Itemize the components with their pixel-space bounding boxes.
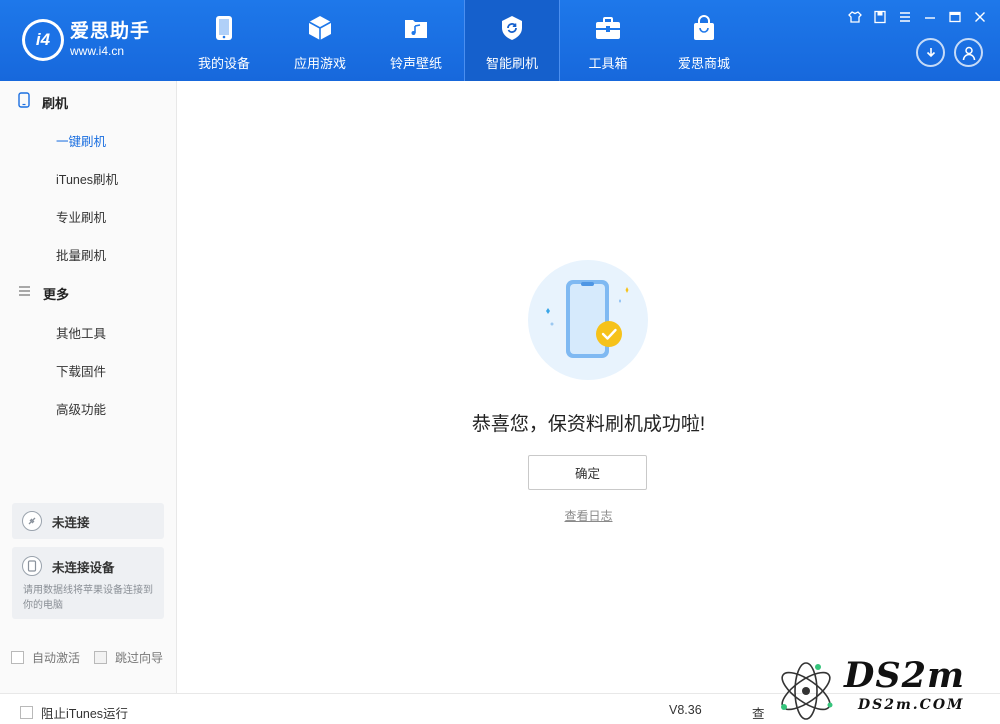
refresh-shield-icon	[499, 15, 525, 41]
app-logo: i4	[22, 19, 64, 61]
sidebar-item-pro-flash[interactable]: 专业刷机	[0, 197, 177, 235]
nav-label: 我的设备	[197, 56, 250, 71]
main-nav: 我的设备 应用游戏 铃声壁纸 智能刷机 工具箱 爱思商城	[176, 0, 752, 81]
maximize-icon[interactable]	[947, 9, 963, 25]
block-itunes-checkbox[interactable]: 阻止iTunes运行	[20, 703, 128, 722]
main-content: 恭喜您，保资料刷机成功啦! 确定 查看日志	[177, 81, 1000, 693]
view-log-link[interactable]: 查看日志	[177, 507, 1000, 524]
atom-logo-icon	[781, 662, 833, 720]
nav-ringtones-wallpapers[interactable]: 铃声壁纸	[368, 0, 464, 81]
feedback-icon[interactable]	[872, 9, 888, 25]
watermark-text: DS2m	[844, 655, 966, 696]
sidebar-group-flash[interactable]: 刷机	[0, 83, 177, 121]
nav-apps-games[interactable]: 应用游戏	[272, 0, 368, 81]
checkbox-label: 跳过向导	[115, 651, 164, 665]
bottom-partial-text[interactable]: 查	[752, 703, 765, 722]
checkbox-box	[20, 706, 33, 719]
brand: 爱思助手 www.i4.cn	[70, 21, 150, 59]
disconnected-icon	[22, 511, 42, 531]
checkbox-box	[11, 651, 24, 664]
logo-mark: i4	[25, 22, 61, 58]
success-illustration	[528, 260, 648, 380]
nav-label: 应用游戏	[293, 56, 346, 71]
version-label: V8.36	[669, 703, 702, 717]
checkbox-box	[94, 651, 107, 664]
skin-icon[interactable]	[847, 9, 863, 25]
checkbox-label: 阻止iTunes运行	[41, 707, 129, 721]
user-avatar-icon[interactable]	[954, 38, 983, 67]
menu-lines-icon	[18, 284, 31, 302]
nav-label: 爱思商城	[677, 56, 730, 71]
phone-outline-icon	[18, 91, 30, 113]
phone-icon	[211, 15, 237, 41]
nav-store[interactable]: 爱思商城	[656, 0, 752, 81]
nav-label: 工具箱	[588, 56, 628, 71]
music-folder-icon	[403, 15, 429, 41]
sidebar-item-one-click-flash[interactable]: 一键刷机	[0, 121, 177, 159]
device-hint-text: 请用数据线将苹果设备连接到你的电脑	[23, 585, 153, 611]
checkbox-label: 自动激活	[32, 651, 81, 665]
close-icon[interactable]	[972, 9, 988, 25]
window-controls	[847, 9, 988, 25]
menu-icon[interactable]	[897, 9, 913, 25]
nav-label: 铃声壁纸	[389, 56, 442, 71]
sidebar-item-batch-flash[interactable]: 批量刷机	[0, 235, 177, 273]
app-url: www.i4.cn	[70, 44, 125, 58]
auto-activate-checkbox[interactable]: 自动激活	[11, 649, 80, 666]
watermark: DS2m DS2m.COM	[770, 655, 1000, 724]
download-icon[interactable]	[916, 38, 945, 67]
sidebar-item-other-tools[interactable]: 其他工具	[0, 313, 177, 351]
sidebar: 刷机 一键刷机 iTunes刷机 专业刷机 批量刷机 更多 其他工具 下载固件 …	[0, 81, 177, 693]
skip-guide-checkbox[interactable]: 跳过向导	[94, 649, 163, 666]
nav-my-device[interactable]: 我的设备	[176, 0, 272, 81]
sidebar-group-more[interactable]: 更多	[0, 274, 177, 312]
nav-toolbox[interactable]: 工具箱	[560, 0, 656, 81]
nav-smart-flash[interactable]: 智能刷机	[464, 0, 560, 81]
sidebar-group-label: 刷机	[42, 95, 69, 111]
nav-label: 智能刷机	[485, 56, 538, 71]
success-message: 恭喜您，保资料刷机成功啦!	[471, 414, 706, 435]
device-status-text: 未连接设备	[52, 560, 115, 575]
watermark-url: DS2m.COM	[858, 697, 965, 713]
toolbox-icon	[595, 15, 621, 41]
sidebar-item-itunes-flash[interactable]: iTunes刷机	[0, 159, 177, 197]
connection-status-card: 未连接	[12, 503, 164, 539]
device-status-card: 未连接设备 请用数据线将苹果设备连接到你的电脑	[12, 547, 164, 619]
phone-success-icon	[546, 280, 629, 358]
shopping-bag-icon	[691, 15, 717, 41]
minimize-icon[interactable]	[922, 9, 938, 25]
sidebar-group-label: 更多	[43, 286, 70, 302]
device-icon	[22, 556, 42, 576]
sidebar-item-download-firmware[interactable]: 下载固件	[0, 351, 177, 389]
cube-icon	[307, 15, 333, 41]
top-header: i4 爱思助手 www.i4.cn 我的设备 应用游戏 铃声壁纸 智能刷机 工具…	[0, 0, 1000, 81]
connection-status-text: 未连接	[52, 515, 90, 530]
sidebar-item-advanced[interactable]: 高级功能	[0, 389, 177, 427]
confirm-button[interactable]: 确定	[528, 455, 647, 490]
app-name: 爱思助手	[70, 21, 151, 42]
